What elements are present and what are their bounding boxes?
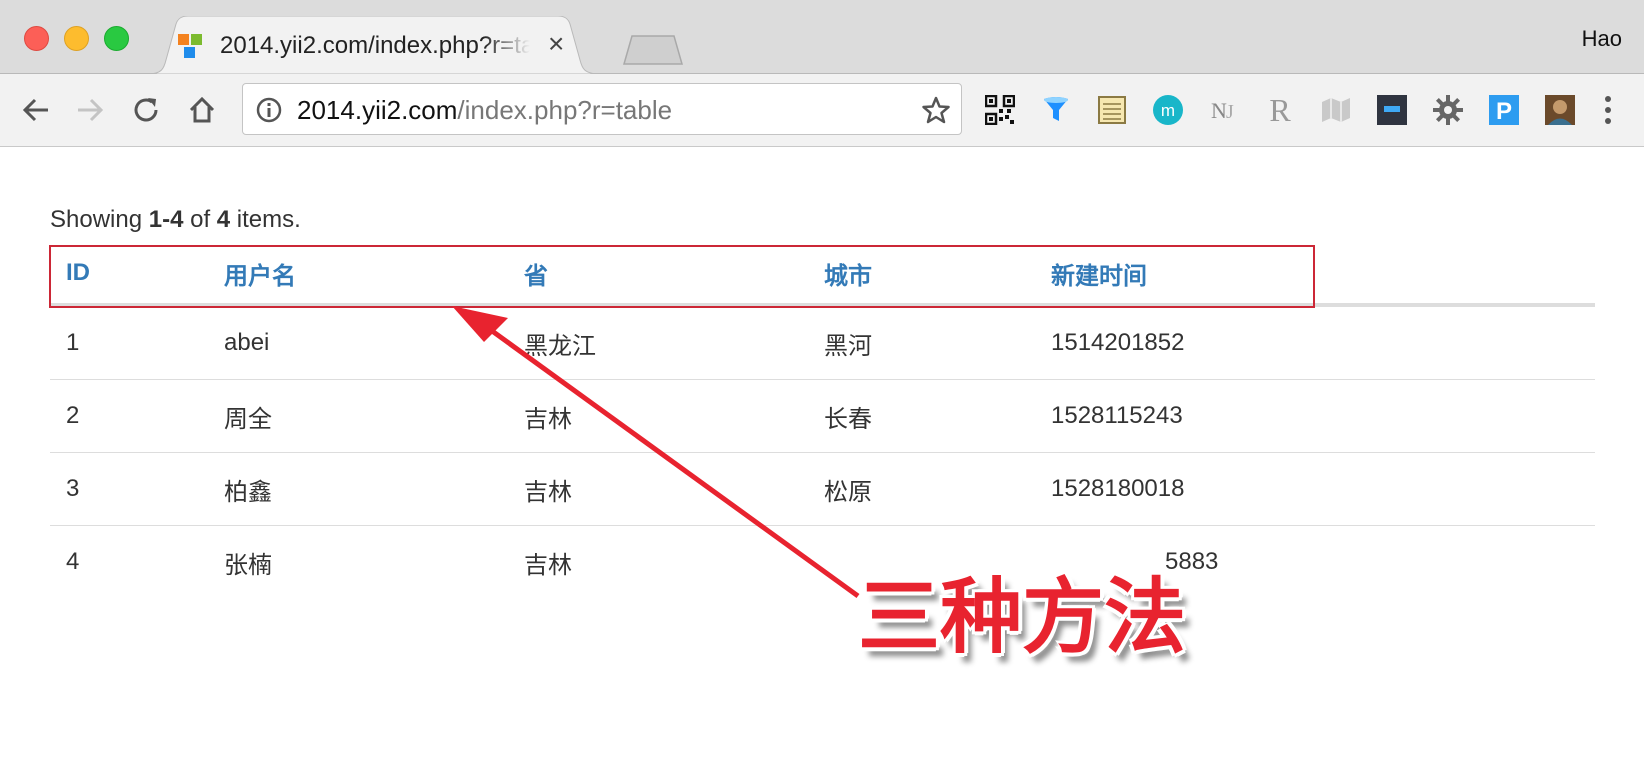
nj-extension-icon[interactable]: NJ [1208, 94, 1240, 126]
url-host: 2014.yii2.com [297, 95, 458, 125]
map-extension-icon[interactable] [1320, 94, 1352, 126]
tab-close-icon[interactable]: × [548, 30, 564, 58]
settings-extension-icon[interactable] [1432, 94, 1464, 126]
column-header-id[interactable]: ID [50, 243, 208, 307]
notes-extension-icon[interactable] [1096, 94, 1128, 126]
title-bar: 2014.yii2.com/index.php?r=table × Hao [0, 0, 1644, 74]
cell-province: 吉林 [508, 379, 808, 453]
cell-id: 2 [50, 379, 208, 453]
r-extension-icon[interactable]: R [1264, 93, 1296, 127]
browser-toolbar: 2014.yii2.com/index.php?r=table m NJ R P [0, 74, 1644, 147]
summary-prefix: Showing [50, 206, 149, 233]
cell-username: 张楠 [224, 551, 272, 579]
cell-city: 黑河 [808, 305, 1035, 380]
summary-middle: of [183, 206, 217, 233]
new-tab-button[interactable] [622, 34, 684, 66]
maximize-window-button[interactable] [104, 26, 129, 51]
svg-text:m: m [1161, 101, 1175, 120]
qr-code-icon [985, 95, 1015, 125]
cell-id: 3 [50, 452, 208, 526]
svg-text:R: R [1269, 93, 1291, 127]
summary-range: 1-4 [148, 206, 184, 233]
home-button[interactable] [182, 90, 222, 130]
minimize-window-button[interactable] [64, 26, 89, 51]
notepad-icon [1098, 96, 1126, 124]
url-text[interactable]: 2014.yii2.com/index.php?r=table [297, 95, 672, 126]
cell-created-at: 1514201852 [1035, 305, 1595, 380]
forward-arrow-icon [78, 98, 104, 122]
summary-suffix: items. [230, 206, 301, 233]
table-row: 1 abei 黑龙江 黑河 1514201852 [50, 305, 1595, 380]
site-info-icon[interactable] [255, 96, 283, 124]
svg-text:N: N [1211, 98, 1227, 123]
dark-extension-icon[interactable] [1376, 94, 1408, 126]
nj-icon: NJ [1211, 98, 1234, 123]
profile-name[interactable]: Hao [1582, 26, 1622, 52]
summary-total: 4 [216, 206, 231, 233]
column-header-city[interactable]: 城市 [808, 243, 1035, 307]
avatar [1545, 95, 1575, 125]
m-circle-icon: m [1153, 95, 1183, 125]
avatar-extension-icon[interactable] [1544, 94, 1576, 126]
home-icon [189, 96, 215, 123]
cell-created-at: 1528115243 [1035, 379, 1595, 453]
cell-username: 柏鑫 [208, 452, 508, 526]
cell-username: abei [208, 305, 508, 380]
back-button[interactable] [16, 90, 56, 130]
map-icon [1322, 98, 1350, 122]
funnel-icon [1044, 97, 1068, 121]
cell-province: 吉林 [508, 452, 808, 526]
r-letter-icon: R [1269, 93, 1291, 127]
reload-icon [134, 98, 158, 122]
cell-province: 吉林 [524, 551, 572, 579]
table-header-row: ID 用户名 省 城市 新建时间 [50, 243, 1595, 307]
table-row: 4 张楠 吉林 5883 [50, 526, 1595, 599]
svg-text:P: P [1496, 98, 1512, 125]
grid-summary: Showing 1-4 of 4 items. [50, 206, 301, 234]
table-row: 2 周全 吉林 长春 1528115243 [50, 379, 1595, 453]
menu-dots-icon[interactable] [1598, 94, 1618, 126]
table-row: 3 柏鑫 吉林 松原 1528180018 [50, 452, 1595, 526]
cell-city: 长春 [808, 379, 1035, 453]
column-header-created-at[interactable]: 新建时间 [1035, 243, 1595, 307]
back-arrow-icon [22, 98, 48, 122]
data-grid: ID 用户名 省 城市 新建时间 1 abei 黑龙江 黑河 151420185… [50, 243, 1595, 598]
forward-button[interactable] [70, 90, 110, 130]
p-extension-icon[interactable]: P [1488, 94, 1520, 126]
filter-extension-icon[interactable] [1040, 94, 1072, 126]
bookmark-star-icon[interactable] [921, 95, 951, 125]
reload-button[interactable] [126, 90, 166, 130]
cell-city: 松原 [808, 452, 1035, 526]
column-header-province[interactable]: 省 [508, 243, 808, 307]
gear-icon [1433, 95, 1463, 125]
url-path: /index.php?r=table [457, 95, 673, 125]
address-bar[interactable]: 2014.yii2.com/index.php?r=table [242, 83, 962, 135]
cell-province: 黑龙江 [508, 305, 808, 380]
m-extension-icon[interactable]: m [1152, 94, 1184, 126]
qr-code-extension-icon[interactable] [984, 94, 1016, 126]
column-header-username[interactable]: 用户名 [208, 243, 508, 307]
monitor-icon [1377, 95, 1407, 125]
tab-title: 2014.yii2.com/index.php?r=table [220, 32, 530, 59]
close-window-button[interactable] [24, 26, 49, 51]
cell-id: 1 [50, 305, 208, 380]
cell-id: 4 [66, 548, 80, 575]
cell-username: 周全 [208, 379, 508, 453]
annotation-callout: 三种方法 [858, 570, 1187, 665]
cell-created-at: 1528180018 [1035, 452, 1595, 526]
p-letter-icon: P [1489, 95, 1519, 125]
tab-active[interactable]: 2014.yii2.com/index.php?r=table × [148, 16, 618, 74]
svg-text:J: J [1226, 101, 1234, 123]
site-favicon-icon [178, 34, 202, 58]
